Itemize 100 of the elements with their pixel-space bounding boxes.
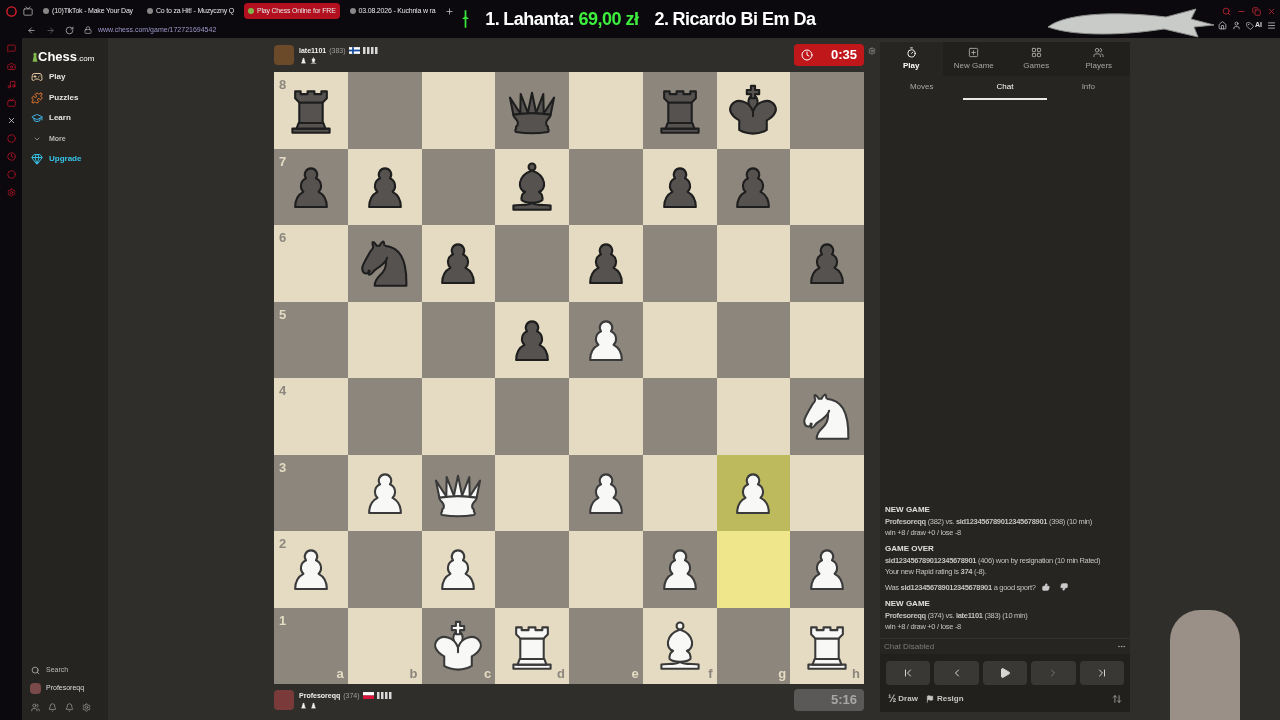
- resign-button[interactable]: Resign: [925, 692, 964, 705]
- stopwatch-icon: [905, 46, 917, 58]
- thumbs-down-icon[interactable]: [1059, 583, 1068, 592]
- draw-button[interactable]: ½ Draw: [888, 691, 918, 706]
- file-label: d: [557, 664, 565, 683]
- new-tab-icon[interactable]: [445, 6, 455, 16]
- chat-tab[interactable]: Chat: [963, 76, 1047, 100]
- leaderboard-entry: 2. Ricardo Bi Em Da: [654, 7, 816, 31]
- avatar-placeholder: [274, 45, 294, 65]
- browser-logo-icon[interactable]: [6, 5, 17, 17]
- board-square[interactable]: [790, 378, 864, 455]
- clock-icon: [801, 49, 813, 61]
- panel-tab[interactable]: New Game: [942, 42, 1005, 76]
- users-icon: [1093, 46, 1105, 58]
- play-button[interactable]: [982, 661, 1028, 685]
- search-icon[interactable]: [1222, 7, 1231, 17]
- file-label: f: [708, 664, 713, 683]
- tab-strip-icon[interactable]: [23, 6, 33, 16]
- board-square[interactable]: [347, 454, 422, 531]
- reload-icon[interactable]: [65, 25, 74, 35]
- favicon-icon: [247, 8, 254, 14]
- x-logo-icon[interactable]: [6, 116, 16, 125]
- plus-square-icon: [968, 46, 980, 58]
- board-square[interactable]: [642, 148, 717, 225]
- flag-icon: [362, 691, 374, 699]
- connection-bars-icon: [376, 691, 392, 699]
- favicon-icon: [146, 8, 153, 14]
- board-square[interactable]: [569, 454, 643, 531]
- avatar-placeholder: [30, 682, 41, 694]
- board-square[interactable]: [495, 148, 569, 225]
- chat-event-title: GAME OVER: [885, 542, 935, 555]
- chat-event-title: NEW GAME: [885, 503, 931, 516]
- chess-logo[interactable]: Chess.com: [22, 38, 108, 64]
- favicon-icon: [349, 8, 356, 14]
- rank-label: 3: [279, 458, 287, 477]
- panel-tab[interactable]: Players: [1067, 42, 1130, 76]
- menu-icon[interactable]: [1267, 21, 1276, 30]
- close-icon[interactable]: [1267, 7, 1276, 17]
- sidebar-item[interactable]: Learn: [22, 108, 108, 129]
- rank-label: 7: [279, 152, 287, 171]
- back-icon[interactable]: [27, 25, 36, 35]
- play-icon: [999, 667, 1011, 679]
- flag-icon: [348, 46, 360, 54]
- chat-tab[interactable]: Info: [1046, 76, 1130, 100]
- sidebar-item[interactable]: Puzzles: [22, 87, 108, 108]
- sidebar-item[interactable]: Upgrade: [22, 149, 108, 170]
- chat-event-title: NEW GAME: [885, 598, 931, 610]
- board-square[interactable]: [790, 531, 864, 608]
- friends-icon[interactable]: [31, 703, 40, 712]
- panel-tab[interactable]: Play: [880, 42, 943, 76]
- rank-label: 4: [279, 382, 287, 400]
- pawn-logo-icon: [32, 51, 38, 64]
- board-square[interactable]: [495, 301, 569, 378]
- file-label: b: [409, 664, 418, 683]
- bell-icon[interactable]: [65, 703, 74, 712]
- tag-icon: [1246, 21, 1254, 30]
- pin-icon: [462, 10, 470, 28]
- chat-tab[interactable]: Moves: [880, 76, 964, 100]
- graduation-cap-icon: [31, 112, 43, 125]
- thumbs-up-icon[interactable]: [1041, 583, 1050, 592]
- game-clock: 5:16: [794, 689, 864, 711]
- gem-icon: [31, 153, 43, 166]
- board-square[interactable]: [642, 531, 717, 608]
- gamepad-icon: [31, 71, 43, 84]
- rank-label: 6: [279, 229, 287, 247]
- board-square[interactable]: [421, 531, 496, 608]
- flag-icon: [925, 694, 934, 703]
- rank-label: 1: [279, 611, 287, 630]
- chess-pawn-icon[interactable]: [299, 55, 308, 65]
- board-square[interactable]: [421, 225, 496, 302]
- favicon-icon: [43, 8, 49, 14]
- avatar-placeholder: [274, 690, 294, 710]
- board-square[interactable]: [569, 225, 643, 302]
- file-label: e: [631, 664, 639, 683]
- bell-icon[interactable]: [48, 703, 57, 712]
- board-square[interactable]: [716, 148, 791, 225]
- rank-label: 5: [279, 305, 287, 324]
- board-square[interactable]: [716, 454, 791, 531]
- chat-status: Chat Disabled: [884, 640, 935, 653]
- flip-board-icon[interactable]: [1112, 693, 1122, 704]
- sidebar-item[interactable]: Play: [22, 67, 108, 88]
- board-square[interactable]: [347, 148, 422, 225]
- panel-tab[interactable]: Games: [1005, 42, 1068, 76]
- board-square[interactable]: [716, 72, 791, 149]
- chess-bishop-icon[interactable]: [309, 55, 318, 65]
- grid-icon: [1030, 46, 1042, 58]
- settings-icon[interactable]: [868, 47, 876, 55]
- leaderboard-entry: 1. Lahanta: 69,00 zł: [485, 7, 639, 31]
- home-icon[interactable]: [1218, 21, 1227, 30]
- user-icon[interactable]: [1232, 21, 1241, 30]
- file-label: c: [484, 664, 492, 683]
- board-square[interactable]: [569, 301, 643, 378]
- file-label: a: [336, 664, 344, 683]
- more-options-icon[interactable]: [1117, 642, 1126, 651]
- lock-icon: [84, 26, 92, 34]
- board-square[interactable]: [421, 454, 496, 531]
- puzzle-icon: [31, 91, 43, 104]
- connection-bars-icon: [362, 46, 378, 54]
- settings-icon[interactable]: [82, 703, 91, 712]
- file-label: g: [778, 664, 787, 683]
